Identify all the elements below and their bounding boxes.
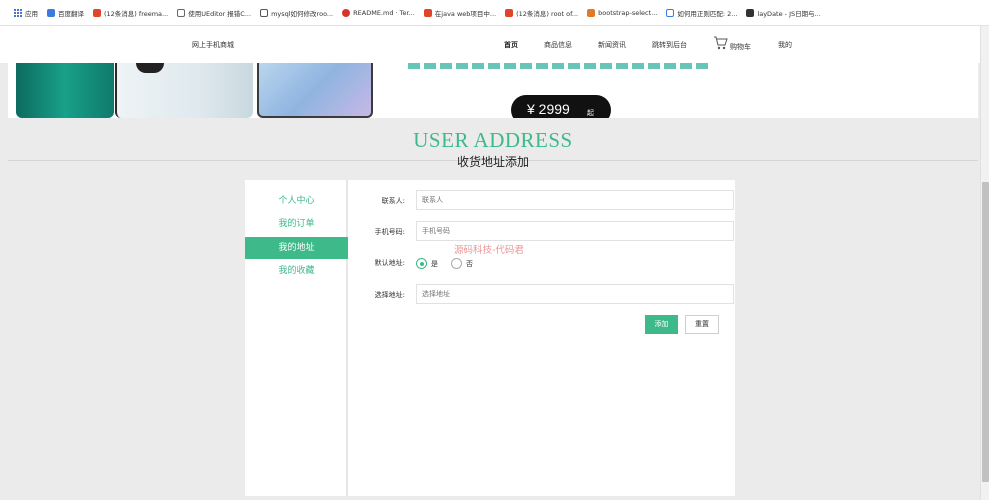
default-yes-label: 是	[431, 260, 438, 268]
phone-input[interactable]	[416, 221, 734, 241]
zhihu-icon	[666, 8, 675, 17]
watermark-text: 源码科技-代码君	[454, 245, 524, 256]
cart-icon[interactable]	[713, 36, 728, 50]
sidebar-item-orders[interactable]: 我的订单	[245, 213, 348, 235]
ueditor-icon	[177, 8, 186, 17]
contact-label: 联系人:	[381, 197, 405, 205]
default-no-radio[interactable]	[451, 258, 462, 269]
address-input[interactable]	[416, 284, 734, 304]
baidu-translate-icon	[47, 8, 55, 17]
blog-icon	[587, 8, 596, 17]
reset-button[interactable]: 重置	[685, 315, 719, 334]
address-label: 选择地址:	[374, 291, 405, 299]
page-scrollbar[interactable]	[980, 26, 989, 500]
address-form: 联系人: 手机号码: 源码科技-代码君 默认地址: 是 否 选择地址: 添加 重…	[350, 180, 735, 496]
bookmark-item[interactable]: (12条消息) root of...	[505, 8, 578, 18]
banner: ¥ 2999 起	[8, 63, 978, 118]
user-sidebar: 个人中心 我的订单 我的地址 我的收藏	[245, 180, 348, 496]
phone-image-blue	[257, 63, 373, 118]
csdn-icon	[93, 8, 101, 17]
nav-news[interactable]: 新闻资讯	[598, 40, 626, 50]
phone-image-white	[115, 63, 253, 118]
section-title-cn: 收货地址添加	[456, 155, 529, 169]
section-title-en: USER ADDRESS	[413, 128, 573, 152]
nav-mine[interactable]: 我的	[778, 40, 792, 50]
sidebar-item-favorites[interactable]: 我的收藏	[245, 260, 348, 282]
bookmark-item[interactable]: bootstrap-select...	[587, 8, 657, 17]
gitee-icon	[342, 8, 351, 17]
nav-admin[interactable]: 跳转到后台	[652, 40, 687, 50]
nav-cart[interactable]: 购物车	[730, 42, 751, 52]
bookmark-item[interactable]: layDate - JS日期与...	[746, 8, 821, 18]
price-badge: ¥ 2999 起	[511, 95, 611, 118]
bookmark-item[interactable]: (12条消息) freema...	[93, 8, 168, 18]
price-suffix: 起	[587, 109, 594, 117]
bookmark-item[interactable]: 百度翻译	[47, 8, 84, 18]
default-address-label: 默认地址:	[374, 259, 405, 267]
address-panel: 个人中心 我的订单 我的地址 我的收藏 联系人: 手机号码: 源码科技-代码君 …	[245, 180, 735, 496]
csdn-icon	[505, 8, 514, 17]
site-brand[interactable]: 网上手机商城	[192, 40, 234, 50]
phone-image-green	[16, 63, 114, 118]
bookmark-item[interactable]: 在java web项目中...	[423, 8, 496, 18]
bookmark-item[interactable]: mysql如何修改roo...	[260, 8, 333, 18]
price-value: ¥ 2999	[527, 101, 570, 117]
sidebar-item-address[interactable]: 我的地址	[245, 237, 348, 259]
default-yes-radio[interactable]	[416, 258, 427, 269]
default-no-label: 否	[466, 260, 473, 268]
csdn-icon	[423, 8, 432, 17]
bookmark-item[interactable]: README.md · Ter...	[342, 8, 415, 17]
contact-input[interactable]	[416, 190, 734, 210]
nav-products[interactable]: 商品信息	[544, 40, 572, 50]
bookmark-item[interactable]: 如何用正则匹配: 2...	[666, 8, 737, 18]
mysql-icon	[260, 8, 269, 17]
top-nav: 网上手机商城 首页 商品信息 新闻资讯 跳转到后台 购物车 我的	[0, 26, 989, 63]
layui-icon	[746, 8, 755, 17]
nav-home[interactable]: 首页	[504, 40, 518, 50]
sidebar-item-profile[interactable]: 个人中心	[245, 190, 348, 212]
banner-slogan-strip	[408, 63, 708, 69]
bookmark-apps[interactable]: 应用	[14, 8, 38, 18]
phone-label: 手机号码:	[374, 228, 405, 236]
scrollbar-thumb[interactable]	[982, 182, 989, 482]
add-button[interactable]: 添加	[645, 315, 678, 334]
bookmark-item[interactable]: 使用UEditor 报错C...	[177, 8, 251, 18]
section-header: USER ADDRESS 收货地址添加	[8, 118, 978, 169]
bookmarks-bar: 应用 百度翻译 (12条消息) freema... 使用UEditor 报错C.…	[0, 0, 989, 26]
apps-icon	[14, 8, 22, 17]
